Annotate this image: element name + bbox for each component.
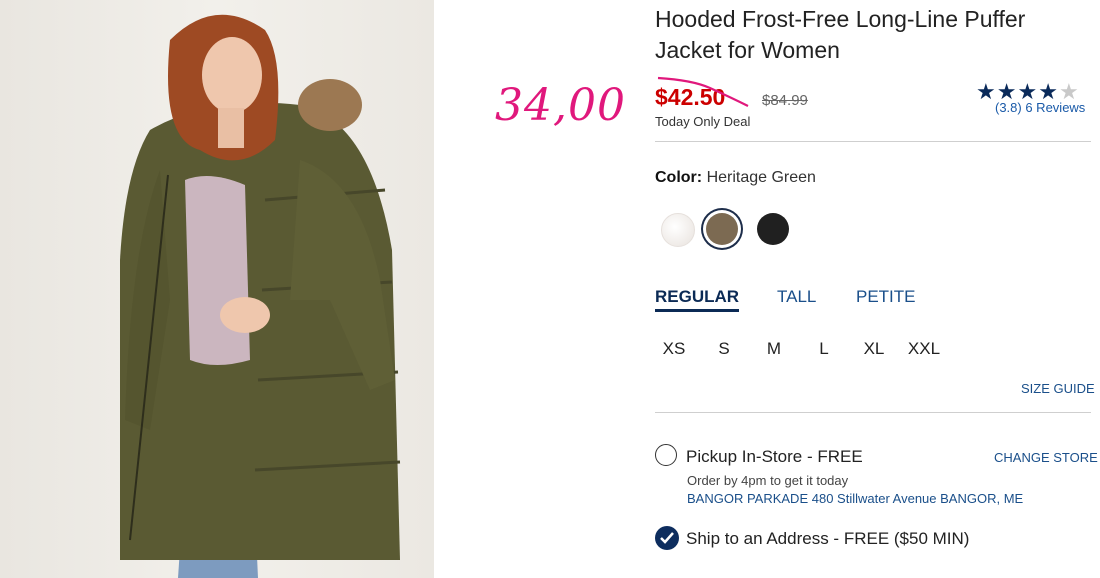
size-l-button[interactable]: L bbox=[804, 339, 844, 359]
selected-color-name: Heritage Green bbox=[706, 169, 816, 186]
divider bbox=[655, 141, 1091, 142]
store-address-link[interactable]: BANGOR PARKADE 480 Stillwater Avenue BAN… bbox=[687, 491, 1023, 506]
change-store-link[interactable]: CHANGE STORE bbox=[994, 450, 1098, 465]
tab-petite[interactable]: PETITE bbox=[856, 287, 916, 307]
star-icon: ★ bbox=[976, 79, 997, 104]
tab-regular[interactable]: REGULAR bbox=[655, 287, 740, 312]
reviews-link[interactable]: (3.8) 6 Reviews bbox=[995, 100, 1085, 115]
size-m-button[interactable]: M bbox=[754, 339, 794, 359]
color-label: Color: bbox=[655, 169, 703, 186]
heritage-green-swatch[interactable] bbox=[706, 213, 738, 245]
ship-label: Ship to an Address - FREE ($50 MIN) bbox=[686, 529, 970, 548]
original-price: $84.99 bbox=[762, 92, 808, 109]
divider bbox=[655, 412, 1091, 413]
product-image bbox=[0, 0, 434, 578]
pickup-note: Order by 4pm to get it today bbox=[687, 473, 849, 488]
color-selection-label: Color: Heritage Green bbox=[655, 169, 816, 187]
handwritten-price-annotation: 34,00 bbox=[495, 80, 626, 131]
size-xxl-button[interactable]: XXL bbox=[904, 339, 944, 359]
sale-price: $42.50 bbox=[655, 84, 726, 110]
pickup-radio[interactable] bbox=[655, 444, 677, 466]
black-swatch[interactable] bbox=[757, 213, 789, 245]
pickup-label: Pickup In-Store - FREE bbox=[686, 447, 863, 466]
size-guide-link[interactable]: SIZE GUIDE bbox=[1021, 381, 1095, 396]
cream-swatch[interactable] bbox=[661, 213, 695, 247]
size-xl-button[interactable]: XL bbox=[854, 339, 894, 359]
checkmark-icon bbox=[660, 532, 674, 544]
size-xs-button[interactable]: XS bbox=[654, 339, 694, 359]
ship-checkbox[interactable] bbox=[655, 526, 679, 550]
product-title: Hooded Frost-Free Long-Line Puffer Jacke… bbox=[655, 6, 1026, 63]
tab-tall[interactable]: TALL bbox=[777, 287, 816, 307]
size-s-button[interactable]: S bbox=[704, 339, 744, 359]
deal-label: Today Only Deal bbox=[655, 114, 751, 129]
